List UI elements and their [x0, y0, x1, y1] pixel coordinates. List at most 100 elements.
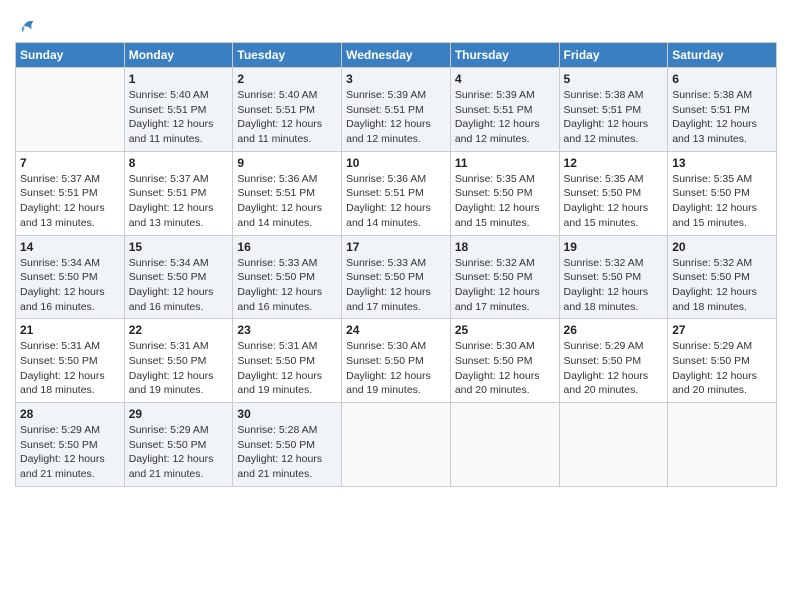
calendar-day-10: 10 Sunrise: 5:36 AMSunset: 5:51 PMDayligh…	[342, 151, 451, 235]
day-info: Sunrise: 5:40 AMSunset: 5:51 PMDaylight:…	[237, 88, 337, 147]
header-day-tuesday: Tuesday	[233, 43, 342, 68]
day-info: Sunrise: 5:33 AMSunset: 5:50 PMDaylight:…	[237, 256, 337, 315]
day-number: 16	[237, 240, 337, 254]
day-info: Sunrise: 5:38 AMSunset: 5:51 PMDaylight:…	[564, 88, 664, 147]
calendar-day-1: 1 Sunrise: 5:40 AMSunset: 5:51 PMDaylight…	[124, 68, 233, 152]
calendar-header-row: SundayMondayTuesdayWednesdayThursdayFrid…	[16, 43, 777, 68]
day-info: Sunrise: 5:32 AMSunset: 5:50 PMDaylight:…	[564, 256, 664, 315]
calendar-day-25: 25 Sunrise: 5:30 AMSunset: 5:50 PMDayligh…	[450, 319, 559, 403]
calendar-empty-cell	[450, 403, 559, 487]
calendar-day-16: 16 Sunrise: 5:33 AMSunset: 5:50 PMDayligh…	[233, 235, 342, 319]
calendar-empty-cell	[16, 68, 125, 152]
calendar-week-row: 7 Sunrise: 5:37 AMSunset: 5:51 PMDaylight…	[16, 151, 777, 235]
header-day-monday: Monday	[124, 43, 233, 68]
day-info: Sunrise: 5:36 AMSunset: 5:51 PMDaylight:…	[346, 172, 446, 231]
day-info: Sunrise: 5:35 AMSunset: 5:50 PMDaylight:…	[455, 172, 555, 231]
calendar-day-6: 6 Sunrise: 5:38 AMSunset: 5:51 PMDaylight…	[668, 68, 777, 152]
calendar-empty-cell	[342, 403, 451, 487]
day-number: 22	[129, 323, 229, 337]
calendar-day-2: 2 Sunrise: 5:40 AMSunset: 5:51 PMDaylight…	[233, 68, 342, 152]
calendar-day-26: 26Sunrise: 5:29 AMSunset: 5:50 PMDayligh…	[559, 319, 668, 403]
day-info: Sunrise: 5:30 AMSunset: 5:50 PMDaylight:…	[346, 339, 446, 398]
day-number: 20	[672, 240, 772, 254]
day-number: 14	[20, 240, 120, 254]
calendar-day-30: 30 Sunrise: 5:28 AMSunset: 5:50 PMDayligh…	[233, 403, 342, 487]
day-info: Sunrise: 5:39 AMSunset: 5:51 PMDaylight:…	[455, 88, 555, 147]
day-number: 19	[564, 240, 664, 254]
calendar-day-19: 19 Sunrise: 5:32 AMSunset: 5:50 PMDayligh…	[559, 235, 668, 319]
day-info: Sunrise: 5:29 AMSunset: 5:50 PMDaylight:…	[564, 339, 664, 398]
calendar-day-21: 21 Sunrise: 5:31 AMSunset: 5:50 PMDayligh…	[16, 319, 125, 403]
calendar-day-4: 4 Sunrise: 5:39 AMSunset: 5:51 PMDaylight…	[450, 68, 559, 152]
calendar-table: SundayMondayTuesdayWednesdayThursdayFrid…	[15, 42, 777, 487]
day-info: Sunrise: 5:32 AMSunset: 5:50 PMDaylight:…	[455, 256, 555, 315]
header-day-sunday: Sunday	[16, 43, 125, 68]
day-number: 6	[672, 72, 772, 86]
day-info: Sunrise: 5:34 AMSunset: 5:50 PMDaylight:…	[20, 256, 120, 315]
day-info: Sunrise: 5:37 AMSunset: 5:51 PMDaylight:…	[129, 172, 229, 231]
day-info: Sunrise: 5:29 AMSunset: 5:50 PMDaylight:…	[20, 423, 120, 482]
day-number: 25	[455, 323, 555, 337]
calendar-day-9: 9 Sunrise: 5:36 AMSunset: 5:51 PMDaylight…	[233, 151, 342, 235]
header-day-wednesday: Wednesday	[342, 43, 451, 68]
calendar-week-row: 14 Sunrise: 5:34 AMSunset: 5:50 PMDayligh…	[16, 235, 777, 319]
day-info: Sunrise: 5:40 AMSunset: 5:51 PMDaylight:…	[129, 88, 229, 147]
day-number: 15	[129, 240, 229, 254]
day-number: 29	[129, 407, 229, 421]
calendar-week-row: 28 Sunrise: 5:29 AMSunset: 5:50 PMDayligh…	[16, 403, 777, 487]
day-number: 18	[455, 240, 555, 254]
day-number: 5	[564, 72, 664, 86]
day-number: 28	[20, 407, 120, 421]
day-number: 12	[564, 156, 664, 170]
calendar-week-row: 21 Sunrise: 5:31 AMSunset: 5:50 PMDayligh…	[16, 319, 777, 403]
day-number: 21	[20, 323, 120, 337]
header-day-saturday: Saturday	[668, 43, 777, 68]
calendar-empty-cell	[668, 403, 777, 487]
calendar-day-5: 5 Sunrise: 5:38 AMSunset: 5:51 PMDaylight…	[559, 68, 668, 152]
calendar-day-13: 13Sunrise: 5:35 AMSunset: 5:50 PMDayligh…	[668, 151, 777, 235]
day-info: Sunrise: 5:28 AMSunset: 5:50 PMDaylight:…	[237, 423, 337, 482]
day-info: Sunrise: 5:33 AMSunset: 5:50 PMDaylight:…	[346, 256, 446, 315]
calendar-day-27: 27Sunrise: 5:29 AMSunset: 5:50 PMDayligh…	[668, 319, 777, 403]
day-number: 23	[237, 323, 337, 337]
calendar-day-22: 22 Sunrise: 5:31 AMSunset: 5:50 PMDayligh…	[124, 319, 233, 403]
day-info: Sunrise: 5:29 AMSunset: 5:50 PMDaylight:…	[129, 423, 229, 482]
day-info: Sunrise: 5:35 AMSunset: 5:50 PMDaylight:…	[672, 172, 772, 231]
day-info: Sunrise: 5:30 AMSunset: 5:50 PMDaylight:…	[455, 339, 555, 398]
calendar-day-24: 24 Sunrise: 5:30 AMSunset: 5:50 PMDayligh…	[342, 319, 451, 403]
day-info: Sunrise: 5:29 AMSunset: 5:50 PMDaylight:…	[672, 339, 772, 398]
logo-bird-icon	[17, 18, 37, 34]
header-day-thursday: Thursday	[450, 43, 559, 68]
day-info: Sunrise: 5:36 AMSunset: 5:51 PMDaylight:…	[237, 172, 337, 231]
calendar-day-20: 20 Sunrise: 5:32 AMSunset: 5:50 PMDayligh…	[668, 235, 777, 319]
calendar-day-3: 3Sunrise: 5:39 AMSunset: 5:51 PMDaylight…	[342, 68, 451, 152]
day-number: 4	[455, 72, 555, 86]
day-number: 3	[346, 72, 446, 86]
day-number: 1	[129, 72, 229, 86]
calendar-day-12: 12 Sunrise: 5:35 AMSunset: 5:50 PMDayligh…	[559, 151, 668, 235]
day-info: Sunrise: 5:32 AMSunset: 5:50 PMDaylight:…	[672, 256, 772, 315]
calendar-day-28: 28 Sunrise: 5:29 AMSunset: 5:50 PMDayligh…	[16, 403, 125, 487]
day-info: Sunrise: 5:31 AMSunset: 5:50 PMDaylight:…	[129, 339, 229, 398]
day-info: Sunrise: 5:38 AMSunset: 5:51 PMDaylight:…	[672, 88, 772, 147]
day-number: 8	[129, 156, 229, 170]
calendar-day-29: 29 Sunrise: 5:29 AMSunset: 5:50 PMDayligh…	[124, 403, 233, 487]
day-number: 7	[20, 156, 120, 170]
calendar-empty-cell	[559, 403, 668, 487]
day-info: Sunrise: 5:35 AMSunset: 5:50 PMDaylight:…	[564, 172, 664, 231]
header	[15, 10, 777, 34]
calendar-day-15: 15 Sunrise: 5:34 AMSunset: 5:50 PMDayligh…	[124, 235, 233, 319]
day-number: 2	[237, 72, 337, 86]
calendar-day-23: 23Sunrise: 5:31 AMSunset: 5:50 PMDayligh…	[233, 319, 342, 403]
day-number: 9	[237, 156, 337, 170]
day-info: Sunrise: 5:37 AMSunset: 5:51 PMDaylight:…	[20, 172, 120, 231]
day-number: 17	[346, 240, 446, 254]
day-info: Sunrise: 5:34 AMSunset: 5:50 PMDaylight:…	[129, 256, 229, 315]
day-number: 30	[237, 407, 337, 421]
calendar-day-8: 8 Sunrise: 5:37 AMSunset: 5:51 PMDaylight…	[124, 151, 233, 235]
day-info: Sunrise: 5:31 AMSunset: 5:50 PMDaylight:…	[20, 339, 120, 398]
day-number: 24	[346, 323, 446, 337]
day-number: 10	[346, 156, 446, 170]
day-number: 11	[455, 156, 555, 170]
calendar-week-row: 1 Sunrise: 5:40 AMSunset: 5:51 PMDaylight…	[16, 68, 777, 152]
